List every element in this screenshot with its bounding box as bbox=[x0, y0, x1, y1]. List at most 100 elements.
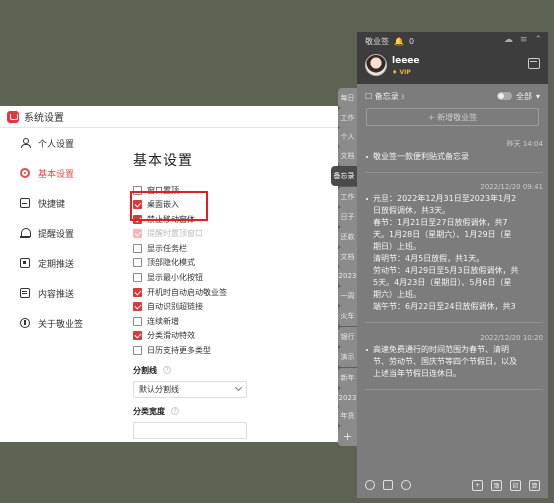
person-icon bbox=[20, 138, 31, 148]
note-line: 期六）上班。 bbox=[373, 290, 421, 299]
category-tab[interactable]: 文档 bbox=[338, 247, 357, 267]
note-date: 昨天 14:04 bbox=[506, 140, 543, 148]
divider bbox=[365, 172, 543, 173]
app-logo-icon bbox=[7, 110, 19, 123]
width-select[interactable] bbox=[133, 421, 247, 439]
app-name: 敬业签 🔔 0 bbox=[365, 36, 414, 47]
category-tab[interactable]: 工作 bbox=[338, 187, 357, 207]
note-line: 期日）上班。 bbox=[373, 242, 421, 251]
collapse-icon[interactable]: ⌃ bbox=[534, 35, 542, 45]
sidebar-item-label: 个人设置 bbox=[38, 139, 75, 150]
category-tab[interactable]: 个人 bbox=[338, 127, 357, 147]
checkbox[interactable] bbox=[133, 316, 142, 326]
sidebar-item-reminder[interactable]: 提醒设置 bbox=[0, 218, 103, 248]
category-tab[interactable]: 日子 bbox=[338, 207, 357, 227]
category-tab[interactable]: 2023 bbox=[338, 266, 357, 286]
option-row[interactable]: 分类滑动特效 bbox=[133, 330, 338, 342]
bell-icon bbox=[20, 228, 31, 238]
note-line: 春节：1月21日至27日放假调休，共7 bbox=[373, 218, 508, 227]
add-icon[interactable]: + bbox=[472, 479, 483, 491]
note-item[interactable]: 昨天 14:04 敬业签一款便利贴式备忘录 bbox=[365, 139, 543, 173]
category-tab[interactable]: 每日 bbox=[338, 88, 357, 108]
category-tab[interactable]: 年货 bbox=[338, 406, 357, 426]
sidebar-item-shortcuts[interactable]: 快捷键 bbox=[0, 188, 103, 218]
option-label: 连续新增 bbox=[147, 316, 179, 326]
note-item[interactable]: 2022/12/20 10:20 高速免费通行的时间范围为春节、清明 节、劳动节、国… bbox=[365, 334, 543, 390]
vip-badge: ♦ VIP bbox=[392, 69, 411, 76]
sidebar-item-basic[interactable]: 基本设置 bbox=[0, 158, 103, 188]
category-tab[interactable]: 还款 bbox=[338, 227, 357, 247]
option-label: 开机时自动启动敬业签 bbox=[147, 287, 227, 297]
category-tab[interactable]: 新年 bbox=[338, 368, 357, 388]
divider-select[interactable]: 默认分割线 bbox=[133, 380, 247, 398]
toggle-switch[interactable] bbox=[496, 92, 512, 100]
option-label: 顶部隐化模式 bbox=[147, 258, 195, 268]
checkbox[interactable] bbox=[133, 287, 142, 297]
new-note-button[interactable]: + 新增敬业签 bbox=[366, 108, 539, 126]
filter-dropdown[interactable]: 全部 bbox=[516, 91, 532, 102]
bell-icon[interactable]: 🔔 bbox=[394, 37, 404, 46]
help-icon[interactable]: ? bbox=[171, 407, 179, 416]
bell-count: 0 bbox=[408, 37, 415, 46]
add-tab-button[interactable]: + bbox=[338, 426, 357, 446]
list-icon[interactable]: 簿 bbox=[491, 479, 502, 491]
sidebar-item-scheduled-push[interactable]: 定期推送 bbox=[0, 248, 103, 278]
category-tab[interactable]: 2023 bbox=[338, 388, 357, 408]
sidebar-item-content-push[interactable]: 内容推送 bbox=[0, 278, 103, 308]
help-icon[interactable]: ? bbox=[163, 366, 171, 375]
note-line: 清明节：4月5日放假，共1天。 bbox=[373, 254, 485, 263]
option-row[interactable]: 显示最小化按钮 bbox=[133, 272, 338, 284]
settings-sidebar: 个人设置 基本设置 快捷键 提醒设置 定期推送 内容推送 关于敬业签 bbox=[0, 128, 103, 442]
note-item[interactable]: 2022/12/20 09:41 元旦：2022年12月31日至2023年1月2 日… bbox=[365, 183, 543, 323]
gear-icon bbox=[20, 168, 30, 178]
menu-icon[interactable]: ≡ bbox=[520, 35, 528, 45]
option-row[interactable]: 开机时自动启动敬业签 bbox=[133, 286, 338, 298]
panel-footer: + 簿 印 算 bbox=[357, 472, 548, 498]
content-icon bbox=[20, 288, 30, 298]
category-tab[interactable]: 演示 bbox=[338, 347, 357, 367]
checkbox[interactable] bbox=[133, 302, 142, 312]
sidebar-item-label: 关于敬业签 bbox=[38, 319, 84, 330]
option-row[interactable]: 自动识别超链接 bbox=[133, 301, 338, 313]
category-tab[interactable]: 银行 bbox=[338, 327, 357, 347]
divider-section-label: 分割线 ? bbox=[133, 365, 338, 376]
keyboard-icon bbox=[20, 198, 30, 208]
checkbox[interactable] bbox=[133, 346, 142, 356]
avatar[interactable] bbox=[365, 54, 387, 76]
calendar-icon[interactable] bbox=[528, 58, 540, 69]
option-row[interactable]: 显示任务栏 bbox=[133, 242, 338, 254]
category-tab[interactable]: 文档 bbox=[338, 146, 357, 166]
checkbox[interactable] bbox=[133, 243, 142, 253]
clock-icon[interactable] bbox=[365, 480, 375, 490]
note-line: 端午节：6月22日至24日放假调休，共3 bbox=[373, 302, 516, 311]
window-controls: ☁ ≡ ⌃ bbox=[504, 35, 542, 45]
option-label: 自动识别超链接 bbox=[147, 302, 203, 312]
calendar-icon[interactable] bbox=[383, 480, 393, 490]
checkbox bbox=[133, 229, 142, 239]
option-row[interactable]: 连续新增 bbox=[133, 315, 338, 327]
sync-icon[interactable]: ☁ bbox=[504, 35, 513, 45]
category-tab[interactable]: 火车 bbox=[338, 306, 357, 326]
checkbox[interactable] bbox=[133, 258, 142, 268]
note-line: 节、劳动节、国庆节等四个节假日，以及 bbox=[373, 357, 517, 366]
sidebar-item-personal[interactable]: 个人设置 bbox=[0, 128, 103, 158]
note-body: 敬业签一款便利贴式备忘录 bbox=[365, 151, 543, 163]
settings-titlebar: 系统设置 bbox=[0, 106, 338, 128]
search-icon[interactable] bbox=[401, 480, 411, 490]
checkbox[interactable] bbox=[133, 331, 142, 341]
sidebar-item-label: 提醒设置 bbox=[38, 229, 75, 240]
option-row[interactable]: 日历支持更多类型 bbox=[133, 345, 338, 357]
list-count: 3 bbox=[400, 93, 405, 101]
stamp-icon[interactable]: 印 bbox=[510, 479, 521, 491]
category-tab[interactable]: 一周 bbox=[338, 286, 357, 306]
note-date: 2022/12/20 09:41 bbox=[480, 183, 543, 191]
annotation-highlight-box bbox=[130, 191, 208, 221]
calc-icon[interactable]: 算 bbox=[529, 479, 540, 491]
settings-window: 系统设置 个人设置 基本设置 快捷键 提醒设置 定期推送 内容推送 关于敬业签 … bbox=[0, 106, 338, 442]
checkbox[interactable] bbox=[133, 273, 142, 283]
note-line: 敬业签一款便利贴式备忘录 bbox=[373, 152, 469, 161]
category-tab[interactable]: 工作 bbox=[338, 108, 357, 128]
sidebar-item-about[interactable]: 关于敬业签 bbox=[0, 308, 103, 338]
option-row[interactable]: 顶部隐化模式 bbox=[133, 257, 338, 269]
category-tab[interactable]: 备忘录 bbox=[331, 166, 357, 186]
